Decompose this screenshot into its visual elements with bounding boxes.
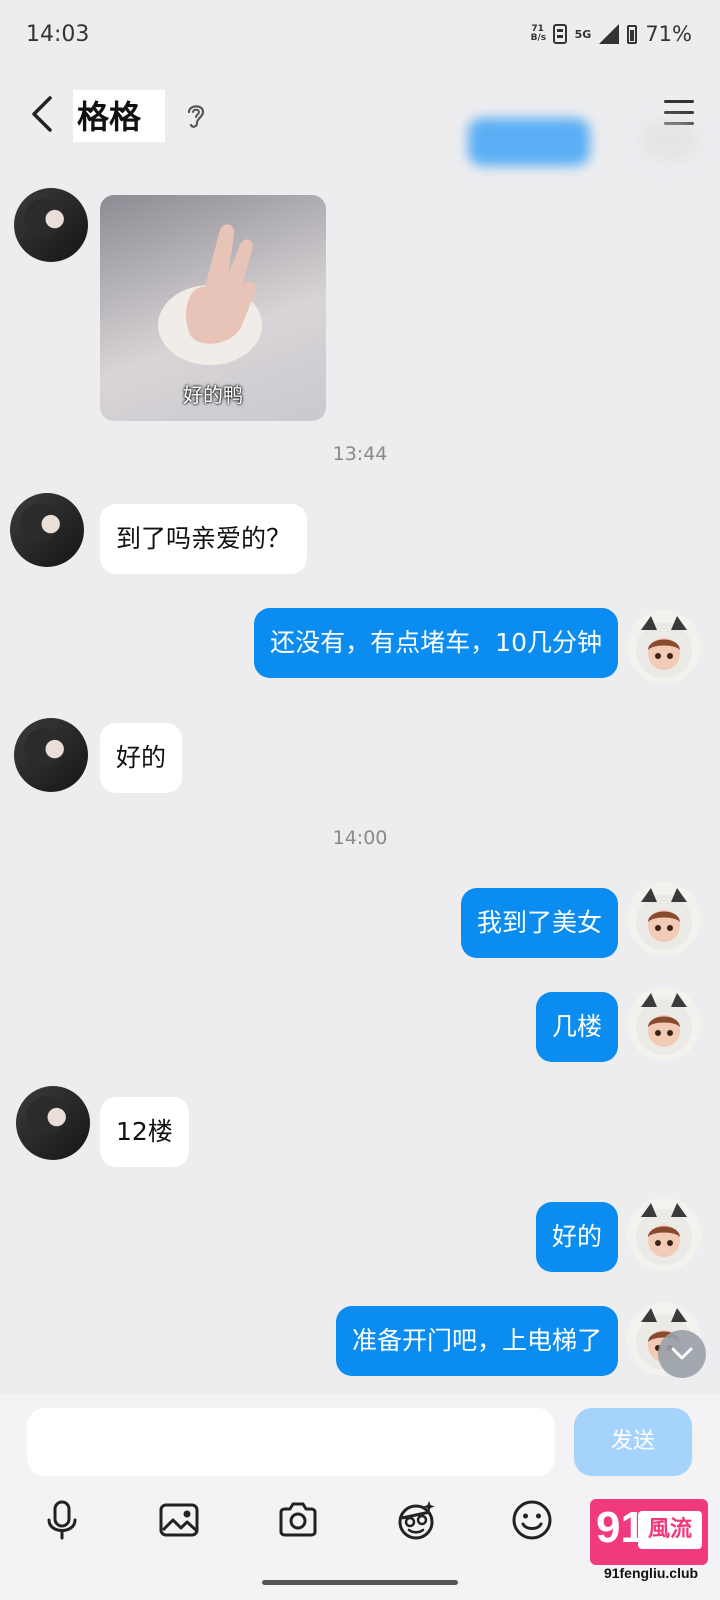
net-speed: 71 B/s [530, 24, 547, 43]
image-icon[interactable] [157, 1498, 201, 1542]
doll-avatar-image [636, 888, 692, 950]
sticker-message[interactable]: 好的鸭 [100, 195, 326, 421]
doll-avatar-image [636, 616, 692, 678]
watermark-logo: 91 風流 91fengliu.club [590, 1499, 708, 1589]
avatar-me[interactable] [627, 610, 701, 684]
sim-icon [552, 24, 567, 44]
timestamp: 14:00 [332, 827, 388, 849]
message-bubble-outgoing[interactable]: 几楼 [535, 992, 618, 1062]
sticker-caption: 好的鸭 [183, 383, 243, 407]
status-bar: 14:03 71 B/s 5G 71% [0, 0, 720, 70]
message-bubble-outgoing[interactable]: 我到了美女 [460, 888, 618, 958]
watermark-chinese: 風流 [638, 1511, 702, 1549]
avatar-contact[interactable] [14, 188, 88, 262]
message-bubble-incoming[interactable]: 好的 [100, 723, 183, 793]
avatar-contact[interactable] [14, 718, 88, 792]
scroll-to-bottom-button[interactable] [658, 1330, 706, 1378]
hand-sticker-image [158, 224, 262, 365]
avatar-me[interactable] [627, 987, 701, 1061]
status-time: 14:03 [26, 22, 90, 47]
battery-level: 71% [645, 22, 692, 46]
camera-icon[interactable] [276, 1498, 320, 1542]
avatar-me[interactable] [627, 1197, 701, 1271]
avatar-me[interactable] [627, 882, 701, 956]
previous-message-partial [468, 118, 590, 166]
microphone-icon[interactable] [40, 1498, 84, 1542]
message-bubble-outgoing[interactable]: 准备开门吧，上电梯了 [335, 1306, 618, 1376]
timestamp: 13:44 [332, 443, 388, 465]
send-button[interactable]: 发送 [574, 1408, 692, 1476]
avatar-me-partial [640, 118, 700, 162]
chat-title: 格格 [73, 90, 166, 142]
doll-avatar-image [636, 993, 692, 1055]
avatar-contact[interactable] [10, 493, 84, 567]
signal-icon [599, 24, 620, 44]
chevron-down-icon [671, 1347, 693, 1360]
chevron-left-icon[interactable] [22, 92, 66, 136]
message-bubble-outgoing[interactable]: 还没有，有点堵车，10几分钟 [254, 608, 618, 678]
sticker-icon[interactable] [394, 1498, 438, 1542]
battery-icon [627, 24, 638, 44]
message-bubble-incoming[interactable]: 到了吗亲爱的？ [100, 504, 308, 574]
status-icons: 71 B/s 5G 71% [531, 22, 692, 46]
home-indicator[interactable] [262, 1580, 458, 1585]
watermark-url: 91fengliu.club [603, 1565, 699, 1581]
chat-header: 格格 [0, 70, 720, 160]
message-bubble-outgoing[interactable]: 好的 [535, 1202, 618, 1272]
message-input[interactable] [27, 1408, 555, 1476]
emoji-icon[interactable] [510, 1498, 554, 1542]
avatar-contact[interactable] [16, 1086, 90, 1160]
message-bubble-incoming[interactable]: 12楼 [100, 1097, 189, 1167]
ear-icon [183, 100, 209, 130]
network-type: 5G [574, 27, 592, 41]
doll-avatar-image [636, 1203, 692, 1265]
